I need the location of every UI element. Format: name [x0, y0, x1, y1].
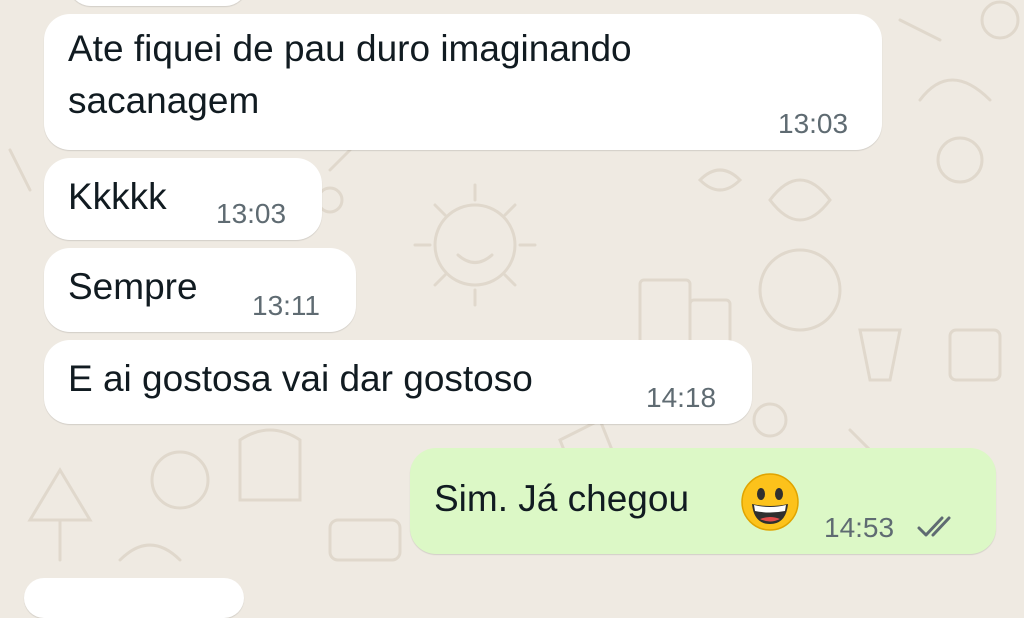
clipped-message-top	[68, 0, 248, 6]
message-timestamp: 13:03	[216, 198, 287, 229]
read-double-check-icon	[917, 516, 951, 537]
message-text-line: Ate fiquei de pau duro imaginando	[68, 28, 632, 69]
clipped-message-bottom	[24, 578, 244, 618]
incoming-message[interactable]: E ai gostosa vai dar gostoso 14:18	[44, 340, 752, 424]
outgoing-message[interactable]: Sim. Já chegou 14:53	[410, 448, 996, 554]
message-timestamp: 13:11	[252, 290, 320, 321]
message-text: E ai gostosa vai dar gostoso	[68, 358, 533, 399]
message-text: Kkkkk	[68, 176, 167, 217]
message-text-line: sacanagem	[68, 80, 260, 121]
message-timestamp: 14:53	[824, 512, 895, 543]
incoming-message[interactable]: Sempre 13:11	[44, 248, 356, 332]
incoming-message[interactable]: Kkkkk 13:03	[44, 158, 322, 240]
message-timestamp: 14:18	[646, 382, 717, 413]
message-timestamp: 13:03	[778, 108, 849, 139]
message-text: Sim. Já chegou	[434, 478, 690, 519]
grinning-face-icon	[741, 473, 799, 531]
incoming-message[interactable]: Ate fiquei de pau duro imaginando sacana…	[44, 14, 882, 150]
message-text: Sempre	[68, 266, 198, 307]
